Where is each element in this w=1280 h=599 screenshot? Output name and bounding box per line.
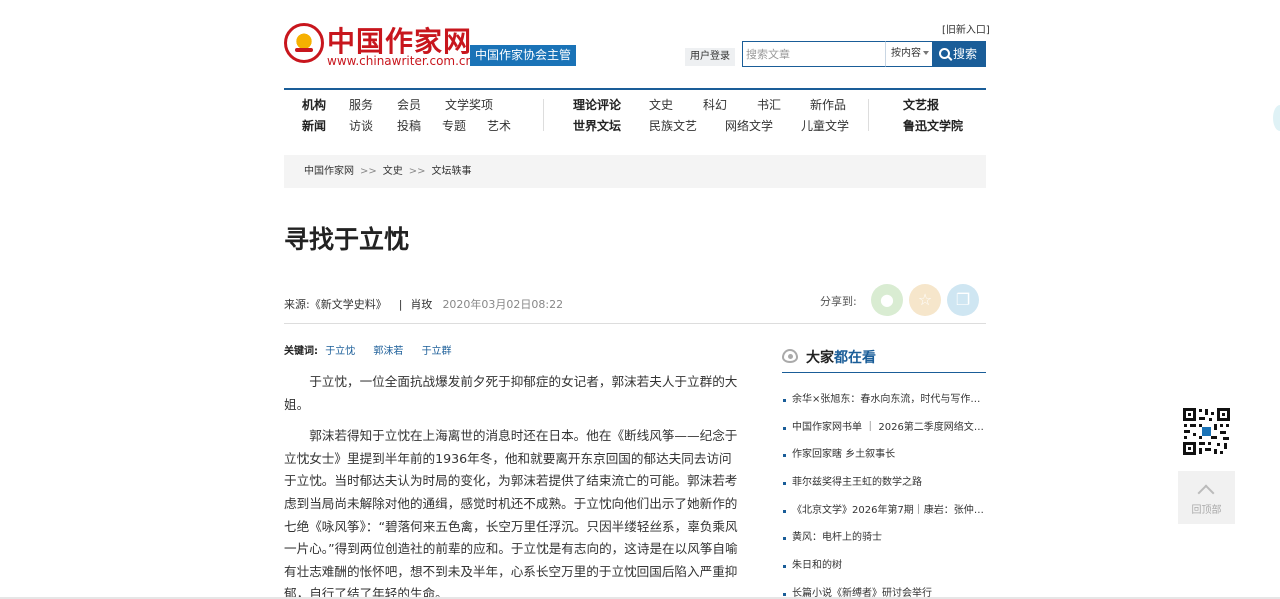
nav-item-shijiewentan[interactable]: 世界文坛 — [573, 117, 621, 134]
search-input[interactable] — [742, 41, 885, 67]
nav-item-minzuwenyi[interactable]: 民族文艺 — [649, 117, 697, 134]
breadcrumb-separator: >> — [360, 166, 377, 177]
copy-icon: ❐ — [955, 290, 971, 309]
sidebar-title: 大家都在看 — [806, 347, 876, 367]
nav-item-wenyibao[interactable]: 文艺报 — [903, 96, 939, 113]
article-author: 肖玫 — [410, 298, 433, 311]
share-favorite-button[interactable]: ☆ — [909, 284, 941, 316]
article-title: 寻找于立忱 — [284, 225, 410, 254]
popular-item[interactable]: 朱日和的树 — [782, 558, 986, 586]
side-edge-tab[interactable] — [1273, 105, 1280, 131]
nav-item-fangtan[interactable]: 访谈 — [349, 117, 373, 134]
chevron-down-icon — [923, 51, 929, 55]
search-button-label: 搜索 — [953, 47, 978, 61]
logo-emblem-icon — [284, 23, 324, 63]
breadcrumb-separator: >> — [408, 166, 426, 177]
keywords: 关键词: 于立忱 郭沫若 于立群 — [284, 342, 467, 357]
org-badge: 中国作家协会主管 — [470, 45, 577, 66]
nav-item-luxunwenxueyuan[interactable]: 鲁迅文学院 — [903, 117, 963, 134]
article-meta: 来源:《新文学史料》 | 肖玫 2020年03月02日08:22 — [284, 296, 563, 312]
meta-divider — [284, 323, 986, 324]
back-to-top-label: 回顶部 — [1191, 505, 1222, 516]
popular-item[interactable]: 菲尔兹奖得主王虹的数学之路 — [782, 475, 986, 503]
article-body: 于立忱，一位全面抗战爆发前夕死于抑郁症的女记者，郭沫若夫人于立群的大姐。 郭沫若… — [284, 371, 744, 599]
sidebar-header: 大家都在看 — [782, 346, 986, 373]
sidebar-title-b: 都在看 — [834, 350, 876, 366]
keyword-link[interactable]: 于立忱 — [325, 346, 355, 357]
search-scope-select[interactable]: 按内容 — [885, 41, 933, 67]
share-label: 分享到: — [820, 295, 857, 308]
search-scope-label: 按内容 — [891, 48, 921, 59]
keywords-label: 关键词: — [284, 346, 318, 357]
nav-item-fuwu[interactable]: 服务 — [349, 96, 373, 113]
nav-item-wenxuejiangxiang[interactable]: 文学奖项 — [445, 96, 493, 113]
meta-separator: | — [398, 298, 403, 311]
nav-item-xinwen[interactable]: 新闻 — [302, 117, 326, 134]
article-paragraph: 郭沫若得知于立忱在上海离世的消息时还在日本。他在《断线风筝——纪念于立忱女士》里… — [284, 428, 738, 599]
back-to-top-button[interactable]: 回顶部 — [1178, 471, 1235, 524]
old-entry-link[interactable]: [旧新入口] — [942, 21, 990, 36]
article-source: 《新文学史料》 — [309, 298, 387, 311]
share-wechat-button[interactable]: ● — [871, 284, 903, 316]
wechat-icon: ● — [880, 290, 894, 309]
eye-icon — [782, 349, 798, 363]
search-button[interactable]: 搜索 — [933, 41, 986, 67]
breadcrumb-home[interactable]: 中国作家网 — [304, 166, 354, 177]
nav-item-huiyuan[interactable]: 会员 — [397, 96, 421, 113]
keyword-link[interactable]: 郭沫若 — [373, 346, 403, 357]
nav-divider — [868, 99, 869, 131]
nav-item-wangluowenxue[interactable]: 网络文学 — [725, 117, 773, 134]
nav-top-border — [284, 88, 986, 90]
share-copy-button[interactable]: ❐ — [947, 284, 979, 316]
popular-item[interactable]: 余华×张旭东：春水向东流，时代与写作…… — [782, 392, 986, 420]
article-time: 2020年03月02日08:22 — [442, 298, 564, 311]
nav-item-shuhui[interactable]: 书汇 — [757, 96, 781, 113]
arrow-up-icon — [1197, 484, 1215, 502]
nav-item-lilunpinglun[interactable]: 理论评论 — [573, 96, 621, 113]
nav-item-ertongwenxue[interactable]: 儿童文学 — [801, 117, 849, 134]
favorite-icon: ☆ — [917, 290, 933, 309]
nav-item-wenshi[interactable]: 文史 — [649, 96, 673, 113]
logo-url: www.chinawriter.com.cn — [327, 54, 474, 68]
popular-list: 余华×张旭东：春水向东流，时代与写作…… 中国作家网书单 ｜ 2026第二季度网… — [782, 392, 986, 599]
nav-divider — [543, 99, 544, 131]
popular-item[interactable]: 作家回家瞎 乡土叙事长 — [782, 447, 986, 475]
breadcrumb-wentanyishi[interactable]: 文坛轶事 — [432, 166, 472, 177]
breadcrumb: 中国作家网 >> 文史 >> 文坛轶事 — [284, 155, 986, 188]
source-label: 来源: — [284, 298, 310, 311]
breadcrumb-wenshi[interactable]: 文史 — [383, 166, 403, 177]
keyword-link[interactable]: 于立群 — [422, 346, 452, 357]
qr-code-icon — [1182, 407, 1231, 456]
popular-item[interactable]: 《北京文学》2026年第7期｜康岩：张仲…… — [782, 503, 986, 531]
nav-item-xinzuopin[interactable]: 新作品 — [810, 96, 846, 113]
sidebar-title-a: 大家 — [806, 350, 834, 366]
login-button[interactable]: 用户登录 — [685, 48, 735, 66]
site-logo[interactable]: 中国作家网 www.chinawriter.com.cn — [284, 20, 473, 70]
article-paragraph: 于立忱，一位全面抗战爆发前夕死于抑郁症的女记者，郭沫若夫人于立群的大姐。 — [284, 374, 738, 412]
popular-item[interactable]: 中国作家网书单 ｜ 2026第二季度网络文…… — [782, 420, 986, 448]
nav-item-yishu[interactable]: 艺术 — [487, 117, 511, 134]
search-icon — [939, 48, 950, 59]
nav-item-jigou[interactable]: 机构 — [302, 96, 326, 113]
nav-item-kehuan[interactable]: 科幻 — [703, 96, 727, 113]
nav-item-tougao[interactable]: 投稿 — [397, 117, 421, 134]
nav-item-zhuanti[interactable]: 专题 — [442, 117, 466, 134]
popular-item[interactable]: 黄风：电杆上的骑士 — [782, 530, 986, 558]
